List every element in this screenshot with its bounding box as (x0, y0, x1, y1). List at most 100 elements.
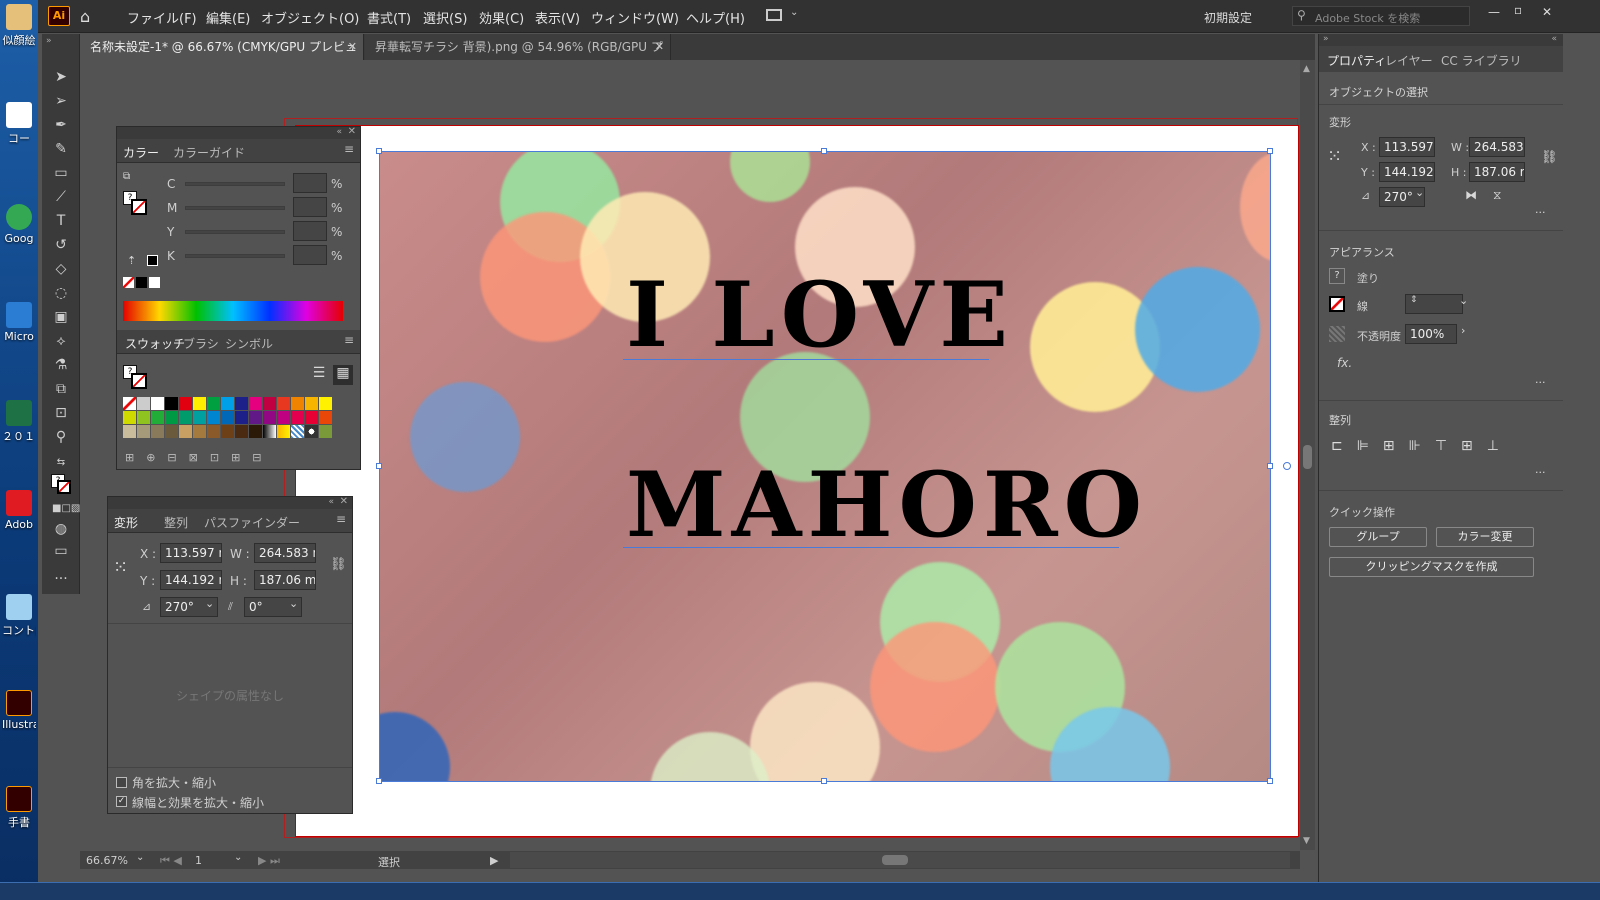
curvature-tool-icon[interactable]: ✎ (52, 140, 70, 158)
resize-handle[interactable] (1267, 778, 1273, 784)
color-mode-icon[interactable]: ■□▧ (52, 500, 80, 518)
swatch[interactable] (277, 425, 290, 438)
stroke-swatch-icon[interactable] (57, 480, 71, 494)
w-input[interactable]: 264.583 (1469, 137, 1525, 157)
rotate-handle[interactable] (1283, 462, 1291, 470)
tab-symbols[interactable]: シンボル (225, 335, 273, 352)
zoom-tool-icon[interactable]: ⚲ (52, 428, 70, 446)
workspace-switcher[interactable]: 初期設定 (1204, 9, 1252, 26)
collapse-icon[interactable]: « (336, 127, 342, 137)
rectangle-tool-icon[interactable]: ▭ (52, 164, 70, 182)
swatch[interactable] (305, 425, 318, 438)
black-swatch[interactable] (136, 277, 147, 288)
home-icon[interactable]: ⌂ (80, 7, 98, 26)
color-spectrum[interactable] (123, 301, 343, 321)
zoom-level[interactable]: 66.67% (86, 854, 128, 867)
maximize-icon[interactable]: ▫ (1514, 3, 1522, 17)
stroke-none-icon[interactable] (131, 199, 147, 215)
out-of-gamut-icon[interactable]: ⇡ (127, 254, 136, 267)
eraser-tool-icon[interactable]: ◇ (52, 260, 70, 278)
tab-align[interactable]: 整列 (164, 514, 188, 531)
tab-brushes[interactable]: ブラシ (183, 335, 219, 352)
swatch[interactable] (249, 397, 262, 410)
swatch[interactable] (235, 411, 248, 424)
swatch[interactable] (123, 411, 136, 424)
swatch-actions[interactable]: ⊞⊕⊟⊠⊡⊞⊟ (125, 451, 274, 464)
swatch[interactable] (137, 411, 150, 424)
desktop-icon[interactable]: Goog (2, 204, 36, 245)
constrain-proportions-icon[interactable]: ⛓ (330, 557, 347, 572)
panel-menu-icon[interactable]: ≡ (344, 333, 354, 347)
swap-icon[interactable]: ⧉ (123, 171, 130, 182)
swatch[interactable] (193, 425, 206, 438)
desktop-icon[interactable]: Micro (2, 302, 36, 343)
swatch[interactable] (207, 397, 220, 410)
stroke-none-icon[interactable] (1329, 296, 1345, 312)
arrange-documents-icon[interactable] (766, 9, 782, 21)
close-icon[interactable]: ✕ (340, 496, 348, 507)
scroll-thumb[interactable] (1303, 445, 1312, 469)
constrain-proportions-icon[interactable]: ⛓ (1541, 150, 1558, 165)
m-slider[interactable] (185, 206, 285, 210)
menu-help[interactable]: ヘルプ(H) (686, 8, 745, 27)
collapse-icon[interactable]: » (46, 36, 52, 46)
chevron-down-icon[interactable]: ⌄ (234, 852, 242, 863)
swatch[interactable] (319, 397, 332, 410)
swatch[interactable] (291, 425, 304, 438)
swatch[interactable] (221, 411, 234, 424)
swatch[interactable] (179, 397, 192, 410)
stepper-icon[interactable]: ⇕ (1410, 295, 1418, 305)
swatch[interactable] (263, 397, 276, 410)
swatch[interactable] (277, 411, 290, 424)
more-tools-icon[interactable]: ··· (52, 570, 70, 588)
white-swatch[interactable] (149, 277, 160, 288)
chevron-down-icon[interactable]: ⌄ (289, 597, 298, 610)
minimize-icon[interactable]: — (1488, 5, 1500, 19)
expand-icon[interactable]: « (1551, 34, 1557, 44)
swatch[interactable] (221, 425, 234, 438)
swatch-grid[interactable] (123, 397, 345, 447)
close-icon[interactable]: ✕ (655, 34, 664, 60)
swatch[interactable] (249, 425, 262, 438)
tab-color-guide[interactable]: カラーガイド (173, 144, 245, 161)
desktop-icon[interactable]: Illustra (2, 690, 36, 731)
first-artboard-icon[interactable]: ⏮ ◀ (160, 854, 182, 868)
y-value-input[interactable] (293, 221, 327, 241)
swatch[interactable] (291, 411, 304, 424)
tab-document-2[interactable]: 昇華転写チラシ 背景).png @ 54.96% (RGB/GPU プレビュー)… (365, 34, 671, 80)
close-icon[interactable]: ✕ (1542, 5, 1552, 19)
chevron-down-icon[interactable]: ⌄ (205, 597, 214, 610)
swatch[interactable] (151, 425, 164, 438)
close-icon[interactable]: ✕ (348, 34, 357, 60)
vertical-scrollbar[interactable]: ▲ ▼ (1300, 60, 1315, 850)
fx-button[interactable]: fx. (1337, 356, 1352, 370)
swatch[interactable] (165, 397, 178, 410)
swatch[interactable] (193, 397, 206, 410)
desktop-icon[interactable]: 似顔絵 (2, 4, 36, 48)
tab-transform[interactable]: 変形 (114, 514, 138, 531)
desktop-icon[interactable]: ２０１ ン (2, 400, 36, 444)
scale-corners-checkbox[interactable] (116, 777, 127, 788)
close-icon[interactable]: ✕ (348, 126, 356, 137)
swatch[interactable] (221, 397, 234, 410)
swap-fill-stroke-icon[interactable]: ⇆ (52, 454, 70, 472)
swatch[interactable] (165, 425, 178, 438)
y-slider[interactable] (185, 230, 285, 234)
swatch[interactable] (305, 411, 318, 424)
gradient-tool-icon[interactable]: ▣ (52, 308, 70, 326)
desktop-icon[interactable]: Adob (2, 490, 36, 531)
panel-header[interactable]: » « (1319, 34, 1563, 46)
none-swatch[interactable] (123, 277, 134, 288)
panel-header[interactable]: «✕ (108, 496, 352, 509)
swatch[interactable] (263, 411, 276, 424)
swatch[interactable] (179, 411, 192, 424)
menu-select[interactable]: 選択(S) (423, 8, 467, 27)
y-input[interactable]: 144.192 m (160, 570, 222, 590)
recolor-button[interactable]: カラー変更 (1436, 527, 1534, 547)
m-value-input[interactable] (293, 197, 327, 217)
swatch[interactable] (235, 425, 248, 438)
scroll-thumb[interactable] (882, 855, 908, 865)
resize-handle[interactable] (376, 463, 382, 469)
resize-handle[interactable] (821, 778, 827, 784)
selection-tool-icon[interactable]: ➤ (52, 68, 70, 86)
